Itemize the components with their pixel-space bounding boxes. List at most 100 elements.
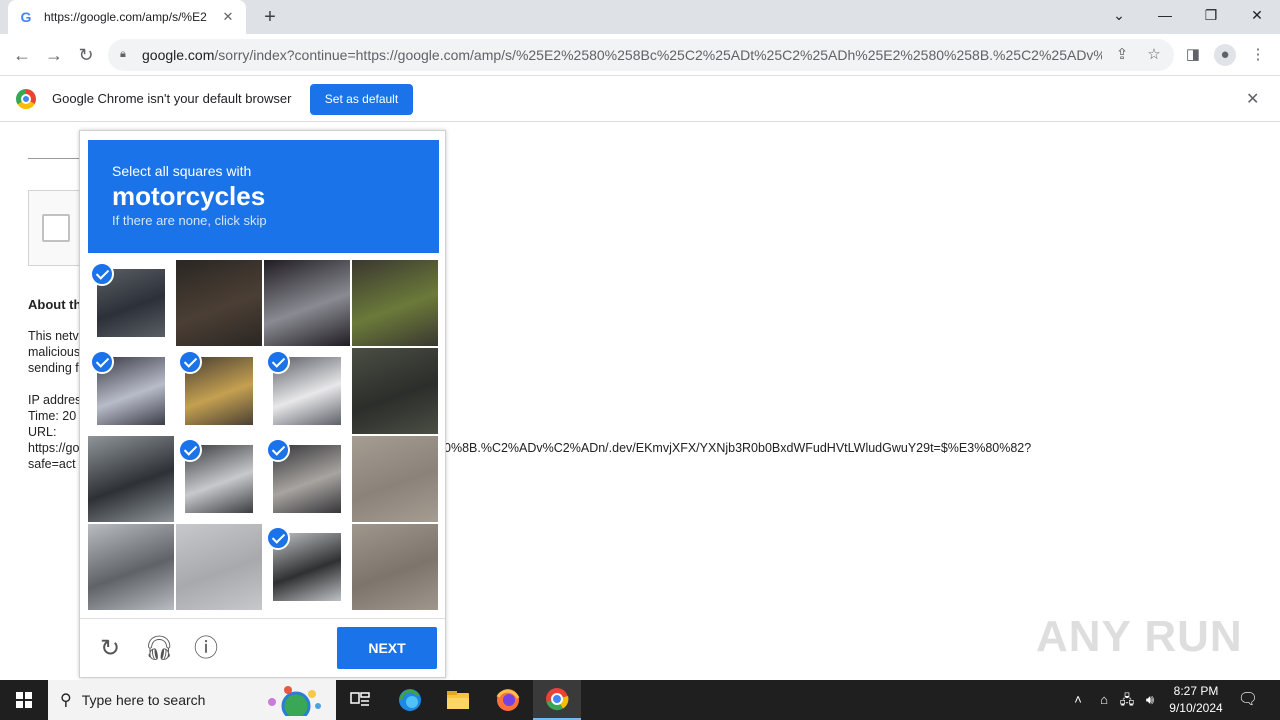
captcha-tile[interactable] xyxy=(352,348,438,434)
show-hidden-icons-chevron-icon[interactable]: ˄ xyxy=(1068,680,1088,720)
file-explorer-icon[interactable] xyxy=(434,680,482,720)
clock-date: 9/10/2024 xyxy=(1169,701,1223,715)
bookmark-star-icon[interactable]: ☆ xyxy=(1144,45,1164,65)
captcha-tile-image xyxy=(352,348,438,434)
taskbar-search-box[interactable]: ⚲ Type here to search xyxy=(48,680,336,720)
minimize-button[interactable]: — xyxy=(1142,0,1188,30)
selected-checkmark-icon xyxy=(90,262,114,286)
tab-search-chevron-icon[interactable]: ⌄ xyxy=(1096,0,1142,30)
challenge-instruction: Select all squares with xyxy=(112,163,252,179)
captcha-tile-image xyxy=(352,436,438,522)
captcha-tile[interactable] xyxy=(264,524,350,610)
tray-device-icon[interactable]: ⌂ xyxy=(1094,680,1114,720)
challenge-header: Select all squares with motorcycles If t… xyxy=(88,140,439,253)
selected-checkmark-icon xyxy=(266,438,290,462)
captcha-tile[interactable] xyxy=(352,260,438,346)
side-panel-icon[interactable]: ◨ xyxy=(1182,44,1204,66)
share-icon[interactable]: ⇪ xyxy=(1112,45,1132,65)
url-tail-text: 0%8B.%C2%ADv%C2%ADn/.dev/EKmvjXFX/YXNjb3… xyxy=(444,441,1032,455)
audio-challenge-headphones-icon[interactable]: 🎧︎ xyxy=(144,635,174,663)
selected-checkmark-icon xyxy=(266,526,290,550)
challenge-footer: ↻ 🎧︎ ⓘ NEXT xyxy=(80,618,445,677)
default-browser-infobar: Google Chrome isn't your default browser… xyxy=(0,77,1280,122)
captcha-tile[interactable] xyxy=(176,260,262,346)
ip-address-label: IP addres xyxy=(28,393,82,407)
image-grid xyxy=(88,260,439,611)
search-placeholder: Type here to search xyxy=(81,692,206,708)
notification-center-icon[interactable]: 🗨︎ xyxy=(1236,680,1260,720)
challenge-hint: If there are none, click skip xyxy=(112,213,267,228)
recaptcha-challenge: Select all squares with motorcycles If t… xyxy=(79,130,446,678)
captcha-tile-image xyxy=(88,436,174,522)
body-line-3: sending f xyxy=(28,361,79,375)
captcha-tile[interactable] xyxy=(264,348,350,434)
task-view-icon[interactable] xyxy=(336,680,384,720)
restore-button[interactable]: ❐ xyxy=(1188,0,1234,30)
url-start-text: https://go xyxy=(28,441,80,455)
back-arrow-icon[interactable]: ← xyxy=(9,42,35,68)
start-button[interactable] xyxy=(0,680,48,720)
address-bar[interactable]: 🔒︎ google.com/sorry/index?continue=https… xyxy=(108,39,1174,71)
set-as-default-button[interactable]: Set as default xyxy=(310,84,413,115)
browser-tab[interactable]: G https://google.com/amp/s/%E2 ✕ xyxy=(8,0,246,34)
captcha-tile[interactable] xyxy=(176,348,262,434)
captcha-tile[interactable] xyxy=(264,436,350,522)
tab-strip: G https://google.com/amp/s/%E2 ✕ + ⌄ — ❐… xyxy=(0,0,1280,34)
captcha-tile[interactable] xyxy=(352,524,438,610)
chrome-taskbar-icon[interactable] xyxy=(533,680,581,720)
help-info-icon[interactable]: ⓘ xyxy=(192,635,220,663)
new-tab-button[interactable]: + xyxy=(258,5,282,29)
volume-icon[interactable]: 🔊︎ xyxy=(1140,680,1160,720)
time-label: Time: 20 xyxy=(28,409,77,423)
tab-title: https://google.com/amp/s/%E2 xyxy=(44,10,207,24)
edge-browser-icon[interactable] xyxy=(386,680,434,720)
captcha-tile-image xyxy=(88,524,174,610)
captcha-tile[interactable] xyxy=(88,348,174,434)
body-line-1: This netv xyxy=(28,329,79,343)
infobar-close-icon[interactable]: ✕ xyxy=(1246,89,1259,109)
captcha-tile[interactable] xyxy=(88,436,174,522)
safe-param-text: safe=act xyxy=(28,457,76,471)
search-highlight-globe-icon xyxy=(268,686,321,716)
selected-checkmark-icon xyxy=(266,350,290,374)
profile-avatar-icon[interactable]: ● xyxy=(1214,44,1236,66)
captcha-tile-image xyxy=(176,524,262,610)
tab-close-icon[interactable]: ✕ xyxy=(220,9,236,25)
url-text[interactable]: google.com/sorry/index?continue=https://… xyxy=(142,47,1102,63)
captcha-tile[interactable] xyxy=(264,260,350,346)
browser-toolbar: ← → ↻ 🔒︎ google.com/sorry/index?continue… xyxy=(0,34,1280,76)
lock-icon[interactable]: 🔒︎ xyxy=(120,48,134,62)
firefox-icon[interactable] xyxy=(484,680,532,720)
selected-checkmark-icon xyxy=(178,438,202,462)
reload-icon[interactable]: ↻ xyxy=(73,42,99,68)
windows-taskbar: ⚲ Type here to search ˄ ⌂ 🖧︎ 🔊︎ 8:27 PM … xyxy=(0,680,1280,720)
menu-kebab-icon[interactable]: ⋮ xyxy=(1247,44,1269,66)
captcha-tile-image xyxy=(264,260,350,346)
captcha-tile[interactable] xyxy=(352,436,438,522)
clock-time: 8:27 PM xyxy=(1173,684,1219,698)
captcha-tile[interactable] xyxy=(88,524,174,610)
anyrun-watermark: ANY RUN xyxy=(1036,612,1243,661)
captcha-tile-image xyxy=(176,260,262,346)
taskbar-clock[interactable]: 8:27 PM 9/10/2024 xyxy=(1162,683,1230,717)
captcha-tile[interactable] xyxy=(176,524,262,610)
selected-checkmark-icon xyxy=(178,350,202,374)
captcha-tile[interactable] xyxy=(176,436,262,522)
about-heading: About th xyxy=(28,297,82,312)
forward-arrow-icon[interactable]: → xyxy=(41,42,67,68)
network-icon[interactable]: 🖧︎ xyxy=(1117,680,1137,720)
challenge-target: motorcycles xyxy=(112,181,266,211)
windows-logo-icon xyxy=(16,692,32,708)
captcha-tile-image xyxy=(352,260,438,346)
next-button[interactable]: NEXT xyxy=(337,627,437,669)
recaptcha-checkbox[interactable] xyxy=(42,214,70,242)
chrome-logo-icon xyxy=(16,89,36,109)
selected-checkmark-icon xyxy=(90,350,114,374)
url-label: URL: xyxy=(28,425,57,439)
close-window-button[interactable]: ✕ xyxy=(1234,0,1280,30)
reload-challenge-icon[interactable]: ↻ xyxy=(96,635,124,663)
captcha-tile[interactable] xyxy=(88,260,174,346)
infobar-message: Google Chrome isn't your default browser xyxy=(52,91,292,106)
body-line-2: malicious xyxy=(28,345,81,359)
google-favicon-icon: G xyxy=(20,9,32,25)
